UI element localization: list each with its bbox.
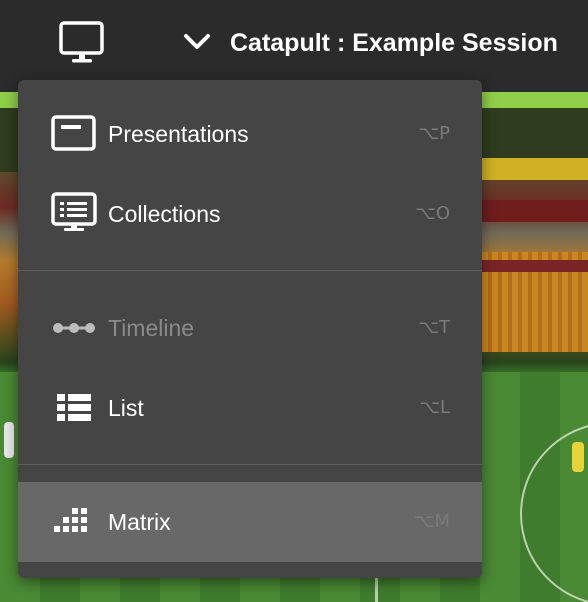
view-menu: Presentations ⌥P Collections ⌥O Timeline… [18, 80, 482, 578]
timeline-icon [50, 304, 98, 352]
top-bar: Catapult : Example Session [0, 0, 588, 92]
menu-item-timeline[interactable]: Timeline ⌥T [18, 288, 482, 368]
menu-item-shortcut: ⌥L [419, 397, 450, 418]
menu-item-label: Collections [108, 201, 221, 227]
menu-item-label: Timeline [108, 315, 195, 341]
menu-item-shortcut: ⌥P [418, 123, 450, 144]
menu-item-shortcut: ⌥O [415, 203, 450, 224]
menu-item-collections[interactable]: Collections ⌥O [18, 174, 482, 254]
menu-item-label: Matrix [108, 509, 171, 535]
video-player [572, 442, 584, 472]
menu-divider [18, 464, 482, 465]
menu-item-shortcut: ⌥T [418, 317, 450, 338]
menu-item-label: List [108, 395, 144, 421]
video-advertising-board [482, 200, 588, 222]
menu-item-matrix[interactable]: Matrix ⌥M [18, 482, 482, 562]
session-title[interactable]: Catapult : Example Session [230, 26, 588, 60]
menu-item-label: Presentations [108, 121, 249, 147]
menu-item-presentations[interactable]: Presentations ⌥P [18, 94, 482, 174]
menu-item-shortcut: ⌥M [413, 511, 450, 532]
video-player [4, 422, 14, 458]
menu-divider [18, 270, 482, 271]
monitor-icon[interactable] [52, 14, 112, 70]
matrix-icon [50, 498, 98, 546]
video-stand [482, 158, 588, 180]
list-icon [50, 384, 98, 432]
chevron-down-icon[interactable] [180, 30, 214, 56]
presentation-icon [50, 110, 98, 158]
menu-item-list[interactable]: List ⌥L [18, 368, 482, 448]
collection-icon [50, 190, 98, 238]
video-perimeter-board [482, 260, 588, 272]
